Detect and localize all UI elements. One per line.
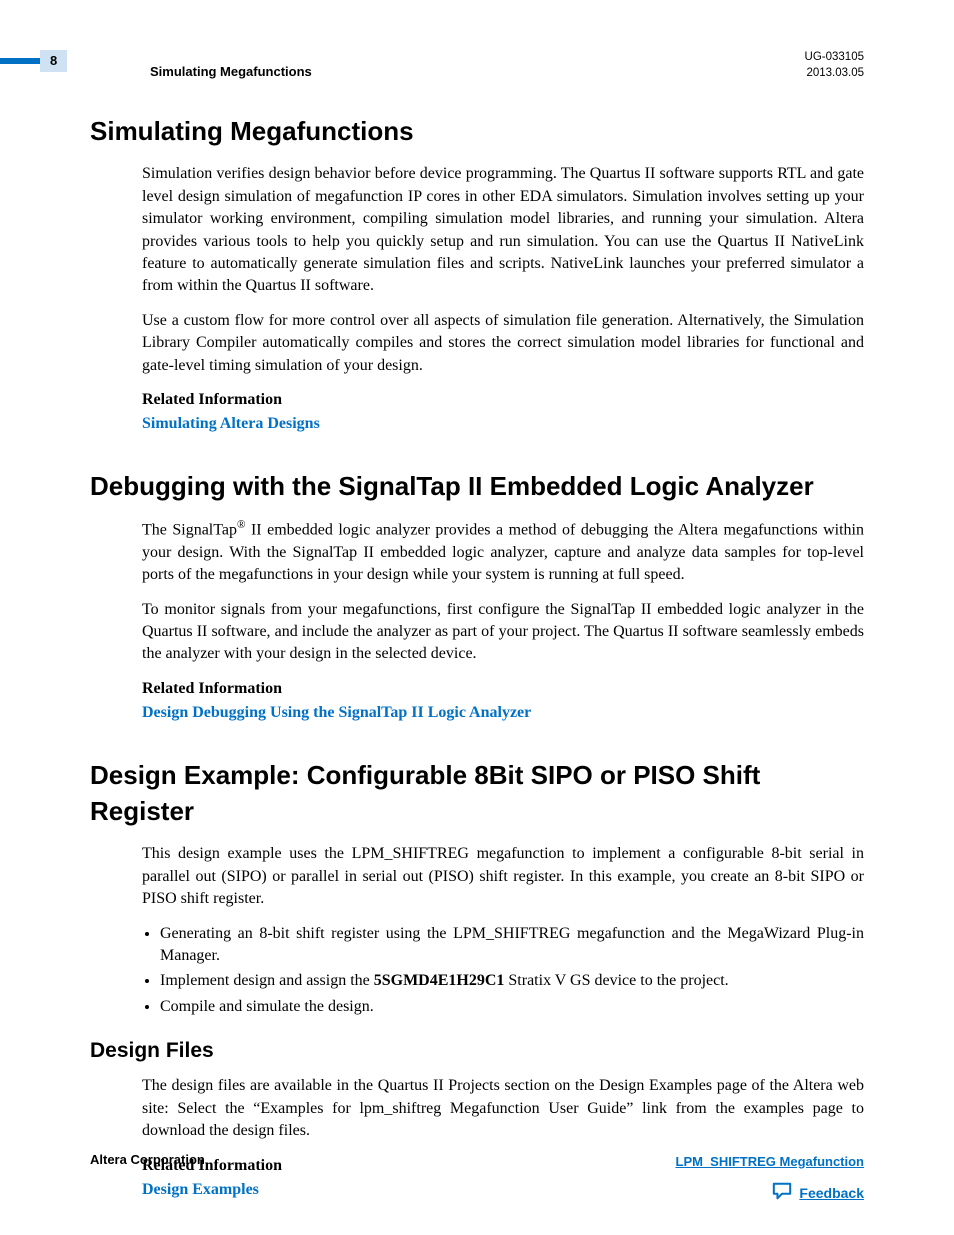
paragraph: Use a custom flow for more control over … [142,310,864,377]
doc-date: 2013.03.05 [805,66,864,82]
paragraph: Simulation verifies design behavior befo… [142,163,864,297]
page-number-accent-bar [0,58,40,64]
paragraph: This design example uses the LPM_SHIFTRE… [142,843,864,910]
list-item: Generating an 8-bit shift register using… [160,923,864,968]
section-body-design-example: This design example uses the LPM_SHIFTRE… [142,843,864,1018]
subheading-design-files: Design Files [90,1036,864,1065]
link-design-debugging[interactable]: Design Debugging Using the SignalTap II … [142,704,531,721]
doc-id: UG-033105 [805,50,864,66]
bullet-list: Generating an 8-bit shift register using… [160,923,864,1019]
footer-company: Altera Corporation [90,1151,205,1169]
section-body-simulating: Simulation verifies design behavior befo… [142,163,864,435]
running-header-title: Simulating Megafunctions [150,61,312,81]
section-body-debugging: The SignalTap® II embedded logic analyze… [142,518,864,724]
page-header: Simulating Megafunctions UG-033105 2013.… [90,50,864,81]
link-design-examples[interactable]: Design Examples [142,1181,259,1198]
paragraph: The SignalTap® II embedded logic analyze… [142,518,864,587]
page-footer: Altera Corporation LPM_SHIFTREG Megafunc… [90,1151,864,1173]
paragraph: The design files are available in the Qu… [142,1075,864,1142]
link-simulating-designs[interactable]: Simulating Altera Designs [142,415,320,432]
page-number-block: 8 [0,50,67,72]
paragraph: To monitor signals from your megafunctio… [142,599,864,666]
header-meta: UG-033105 2013.03.05 [805,50,864,81]
list-item: Compile and simulate the design. [160,996,864,1018]
footer-doc-link[interactable]: LPM_SHIFTREG Megafunction [676,1154,865,1169]
feedback-label: Feedback [799,1184,864,1204]
heading-debugging: Debugging with the SignalTap II Embedded… [90,468,864,504]
comment-icon [771,1181,793,1207]
related-information-label: Related Information [142,678,864,700]
section-body-design-files: The design files are available in the Qu… [142,1075,864,1201]
list-item: Implement design and assign the 5SGMD4E1… [160,970,864,992]
heading-simulating: Simulating Megafunctions [90,113,864,149]
page-number: 8 [40,50,67,72]
heading-design-example: Design Example: Configurable 8Bit SIPO o… [90,757,864,830]
feedback-button[interactable]: Feedback [771,1181,864,1207]
related-information-label: Related Information [142,389,864,411]
